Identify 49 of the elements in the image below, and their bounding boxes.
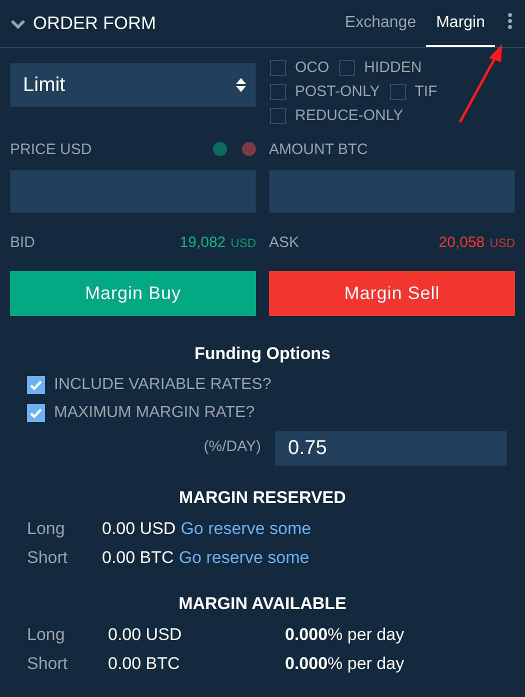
quote-price: 19,082: [180, 234, 226, 250]
quote-label: ASK: [269, 234, 300, 250]
amount-value: 0.00 USD: [102, 518, 176, 538]
checkbox-label: MAXIMUM MARGIN RATE?: [54, 404, 255, 422]
quote-price: 20,058: [438, 234, 485, 250]
field-label: AMOUNT BTC: [269, 140, 368, 158]
checkbox[interactable]: [270, 60, 286, 76]
section-title: MARGIN AVAILABLE: [178, 594, 348, 614]
amount-value: 0.00 BTC: [108, 654, 181, 674]
checkbox-label: TIF: [414, 83, 438, 101]
rate-value: 0.000% per day: [285, 654, 404, 674]
section-title: Funding Options: [194, 344, 332, 364]
field-label: (%/DAY): [204, 438, 261, 455]
tab[interactable]: Exchange: [334, 0, 426, 47]
checkbox-label: REDUCE-ONLY: [295, 107, 404, 125]
sort-arrows-icon: [235, 77, 247, 93]
checkbox-label: HIDDEN: [364, 59, 422, 77]
chevron-down-icon[interactable]: [10, 18, 26, 28]
checkbox[interactable]: [27, 376, 45, 394]
reserve-link[interactable]: Go reserve some: [178, 548, 310, 568]
price-input[interactable]: [10, 170, 256, 213]
panel-title: ORDER FORM: [33, 13, 156, 34]
currency-unit: USD: [490, 236, 515, 250]
row-label: Long: [27, 624, 66, 644]
checkbox[interactable]: [339, 60, 356, 76]
reserve-link[interactable]: Go reserve some: [180, 518, 312, 538]
amount-input[interactable]: [269, 170, 515, 213]
checkbox[interactable]: [270, 108, 286, 124]
tab[interactable]: Margin: [426, 0, 495, 47]
amount-value: 0.00 BTC: [102, 548, 174, 568]
checkbox-label: INCLUDE VARIABLE RATES?: [54, 376, 272, 394]
row-label: Short: [27, 654, 69, 674]
field-label: PRICE USD: [10, 140, 92, 158]
order-type-select[interactable]: Limit: [10, 63, 256, 107]
checkbox-label: POST-ONLY: [295, 83, 380, 101]
currency-unit: USD: [230, 236, 256, 250]
checkbox-label: OCO: [295, 59, 330, 77]
rate-input[interactable]: 0.75: [275, 431, 507, 466]
amount-value: 0.00 USD: [108, 624, 183, 644]
row-label: Long: [27, 518, 66, 538]
checkbox[interactable]: [390, 84, 406, 100]
row-label: Short: [27, 548, 69, 568]
sell-button[interactable]: Margin Sell: [269, 271, 515, 316]
checkbox[interactable]: [27, 404, 45, 422]
quote-label: BID: [10, 234, 36, 250]
rate-value: 0.000% per day: [285, 624, 404, 644]
more-menu-icon[interactable]: [507, 12, 513, 30]
section-title: MARGIN RESERVED: [178, 488, 347, 508]
checkbox[interactable]: [270, 84, 286, 100]
